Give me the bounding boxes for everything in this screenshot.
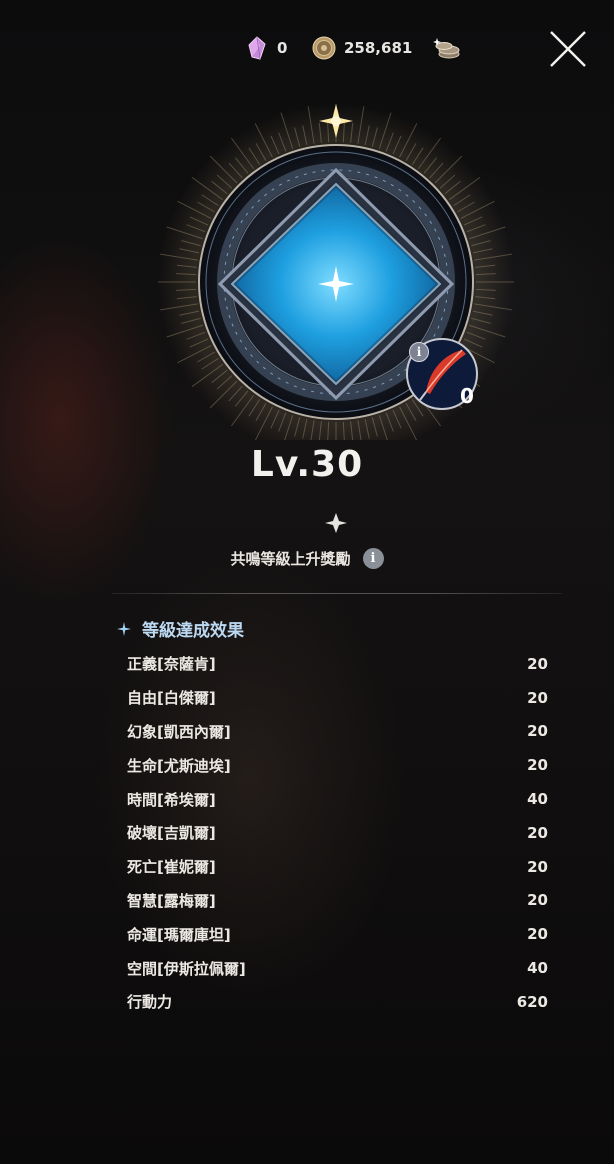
currency-bar: 0 258,681: [0, 30, 614, 66]
effect-name: 破壞[吉凱爾]: [127, 824, 216, 843]
list-item: 智慧[露梅爾] 20: [127, 884, 548, 918]
effect-name: 正義[奈薩肯]: [127, 655, 216, 674]
list-item: 正義[奈薩肯] 20: [127, 647, 548, 681]
effect-name: 行動力: [127, 993, 173, 1012]
coin-stack-icon: [433, 38, 460, 59]
coin-currency[interactable]: 258,681: [312, 30, 412, 66]
list-item: 行動力 620: [127, 985, 548, 1019]
sparkle-icon: [117, 621, 131, 636]
close-button[interactable]: [548, 30, 588, 68]
effect-name: 時間[希埃爾]: [127, 790, 216, 809]
effect-value: 40: [527, 959, 548, 978]
effect-name: 空間[伊斯拉佩爾]: [127, 959, 246, 978]
list-item: 命運[瑪爾庫坦] 20: [127, 917, 548, 951]
list-item: 死亡[崔妮爾] 20: [127, 850, 548, 884]
effect-value: 40: [527, 790, 548, 809]
list-item: 空間[伊斯拉佩爾] 40: [127, 951, 548, 985]
effect-value: 620: [516, 992, 548, 1011]
effect-value: 20: [527, 722, 548, 741]
list-item: 時間[希埃爾] 40: [127, 782, 548, 816]
crystal-icon: [248, 36, 266, 60]
effect-value: 20: [527, 756, 548, 775]
effect-value: 20: [527, 891, 548, 910]
effect-value: 20: [527, 925, 548, 944]
effects-title: 等級達成效果: [142, 621, 244, 641]
feather-info-glyph: i: [416, 345, 422, 359]
effect-name: 智慧[露梅爾]: [127, 891, 216, 910]
reward-label: 共鳴等級上升獎勵: [230, 550, 351, 568]
reward-info-button[interactable]: i: [362, 548, 384, 569]
list-item: 生命[尤斯迪埃] 20: [127, 748, 548, 782]
coin-stack-button[interactable]: [433, 30, 461, 66]
effects-section-title: 等級達成效果: [116, 616, 244, 641]
coin-count: 258,681: [344, 39, 413, 57]
list-item: 自由[白傑爾] 20: [127, 681, 548, 715]
coin-icon: [312, 36, 336, 60]
effect-name: 自由[白傑爾]: [127, 689, 216, 708]
info-icon: i: [370, 551, 376, 566]
effects-list: 正義[奈薩肯] 20 自由[白傑爾] 20 幻象[凱西內爾] 20 生命[尤斯迪埃] 2…: [127, 647, 548, 1019]
list-item: 幻象[凱西內爾] 20: [127, 715, 548, 749]
effect-name: 命運[瑪爾庫坦]: [127, 925, 231, 944]
ornament-divider: [110, 513, 560, 533]
list-item: 破壞[吉凱爾] 20: [127, 816, 548, 850]
effect-name: 幻象[凱西內爾]: [127, 722, 231, 741]
crystal-currency[interactable]: 0: [245, 30, 287, 66]
effect-name: 死亡[崔妮爾]: [127, 858, 216, 877]
effect-name: 生命[尤斯迪埃]: [127, 756, 231, 775]
feather-count: 0: [460, 384, 474, 408]
effect-value: 20: [527, 857, 548, 876]
effect-value: 20: [527, 823, 548, 842]
section-separator: [112, 593, 562, 594]
effect-value: 20: [527, 654, 548, 673]
effect-value: 20: [527, 688, 548, 707]
level-text: Lv.30: [250, 444, 364, 485]
resonance-reward-row: 共鳴等級上升獎勵 i: [0, 548, 614, 569]
crystal-count: 0: [277, 39, 288, 57]
